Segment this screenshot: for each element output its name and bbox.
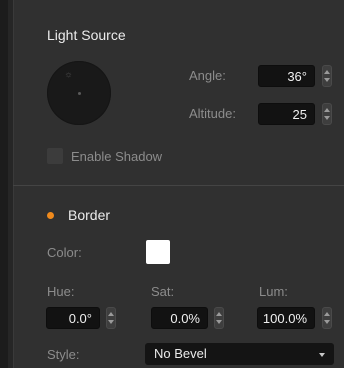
section-divider bbox=[13, 185, 344, 186]
stepper-down-icon[interactable] bbox=[108, 320, 114, 324]
style-label: Style: bbox=[47, 347, 80, 362]
dropdown-caret-icon[interactable] bbox=[319, 353, 325, 357]
sat-field[interactable]: 0.0% bbox=[151, 307, 208, 329]
altitude-label: Altitude: bbox=[189, 106, 236, 121]
bevel-style-select[interactable]: No Bevel bbox=[145, 343, 334, 365]
stepper-up-icon[interactable] bbox=[324, 312, 330, 316]
border-color-swatch[interactable] bbox=[146, 240, 170, 264]
sat-label: Sat: bbox=[151, 284, 175, 299]
sun-icon: ☼ bbox=[64, 69, 73, 79]
altitude-stepper[interactable] bbox=[322, 103, 332, 125]
color-label: Color: bbox=[47, 245, 82, 260]
sat-stepper[interactable] bbox=[214, 307, 224, 329]
border-active-bullet-icon bbox=[47, 212, 54, 219]
bevel-style-value: No Bevel bbox=[154, 346, 207, 361]
altitude-field[interactable]: 25 bbox=[258, 103, 315, 125]
stepper-up-icon[interactable] bbox=[324, 108, 330, 112]
lum-stepper[interactable] bbox=[322, 307, 332, 329]
enable-shadow-label[interactable]: Enable Shadow bbox=[71, 149, 162, 164]
hue-field[interactable]: 0.0° bbox=[46, 307, 100, 329]
light-source-title: Light Source bbox=[47, 27, 126, 43]
stepper-down-icon[interactable] bbox=[324, 116, 330, 120]
lum-label: Lum: bbox=[259, 284, 288, 299]
border-title: Border bbox=[68, 207, 111, 223]
angle-field[interactable]: 36° bbox=[258, 65, 315, 87]
angle-label: Angle: bbox=[189, 68, 226, 83]
stepper-up-icon[interactable] bbox=[108, 312, 114, 316]
left-strip bbox=[0, 0, 8, 368]
stepper-up-icon[interactable] bbox=[324, 70, 330, 74]
hue-label: Hue: bbox=[47, 284, 75, 299]
stepper-up-icon[interactable] bbox=[216, 312, 222, 316]
enable-shadow-checkbox[interactable] bbox=[47, 148, 63, 164]
stepper-down-icon[interactable] bbox=[216, 320, 222, 324]
angle-stepper[interactable] bbox=[322, 65, 332, 87]
stepper-down-icon[interactable] bbox=[324, 78, 330, 82]
stepper-down-icon[interactable] bbox=[324, 320, 330, 324]
dial-center-dot bbox=[78, 92, 81, 95]
lum-field[interactable]: 100.0% bbox=[257, 307, 315, 329]
hue-stepper[interactable] bbox=[106, 307, 116, 329]
